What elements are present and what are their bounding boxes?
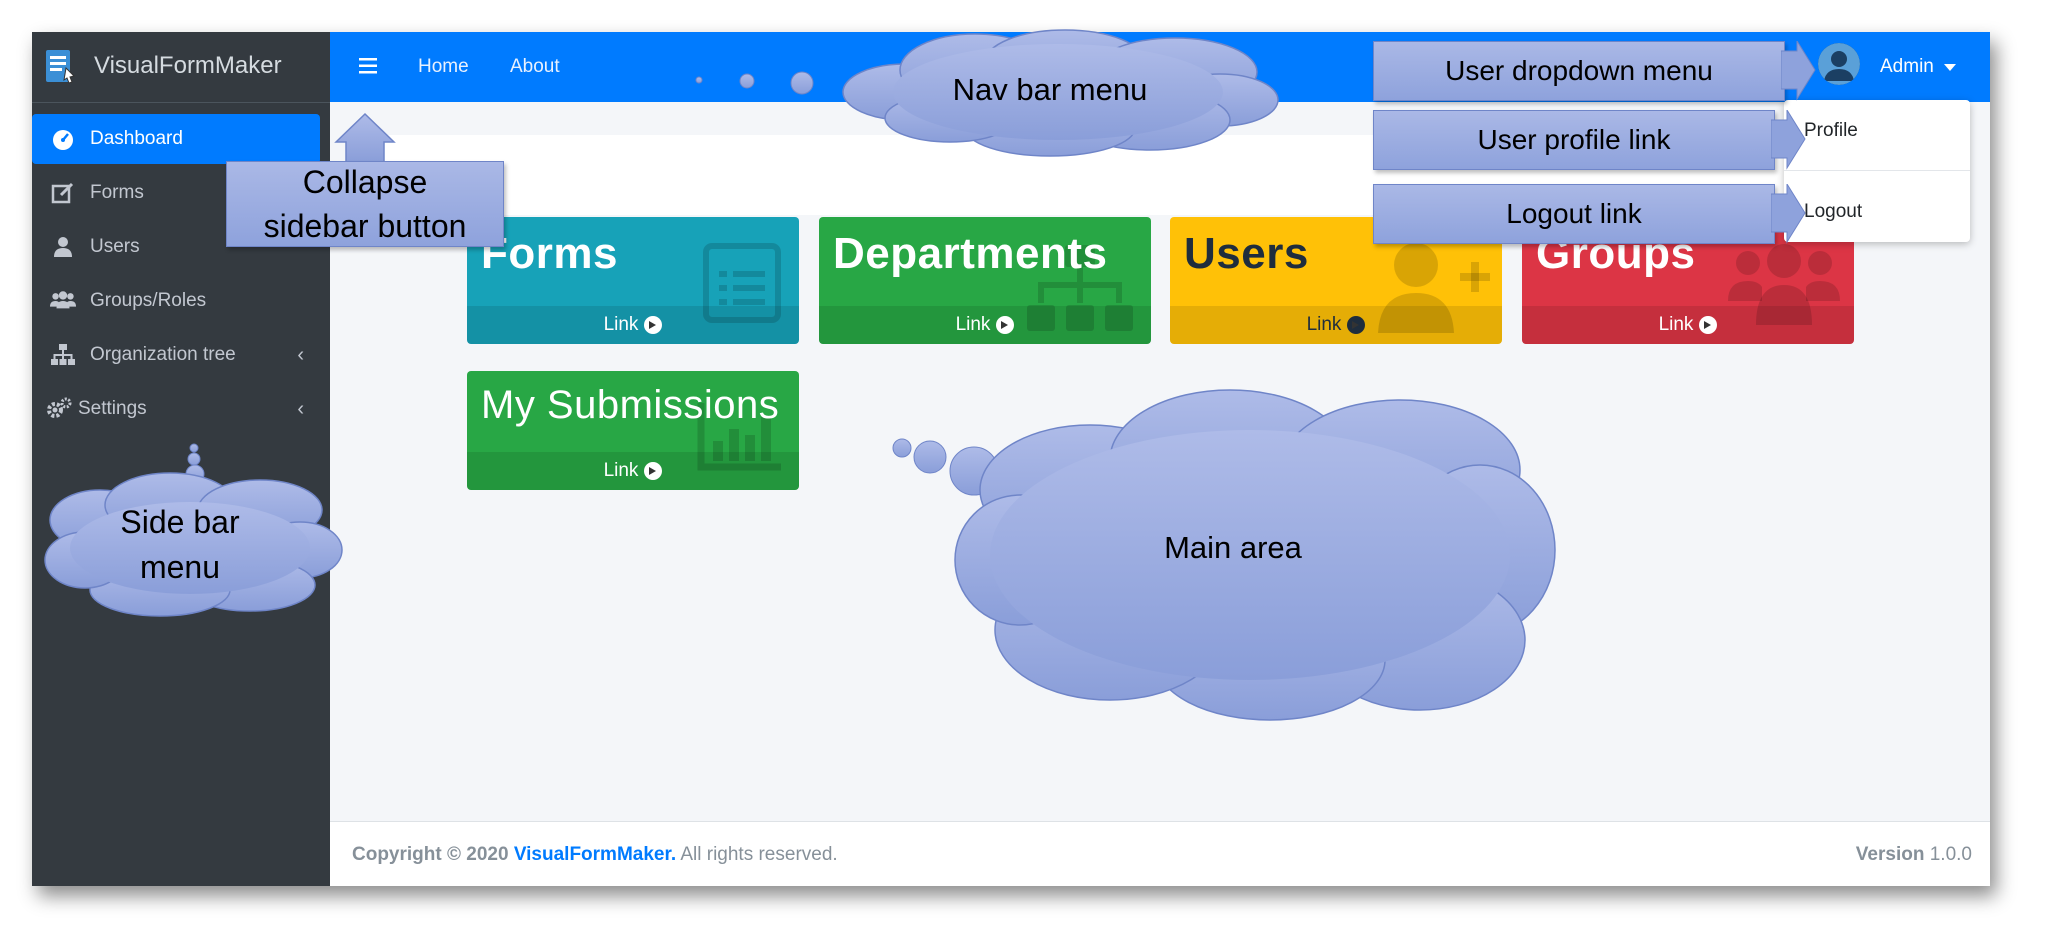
collapse-callout-arrow [334,112,396,163]
user-dropdown-menu-callout: User dropdown menu [1373,41,1785,101]
thought-dot [913,440,947,474]
thought-dot [189,443,199,453]
callout-text: User dropdown menu [1445,55,1713,86]
main-area-cloud-text: Main area [1164,530,1302,565]
callout-text: menu [139,549,221,585]
callout-text: Logout link [1506,198,1642,229]
callout-text: sidebar button [263,208,467,244]
thought-dot [790,71,814,95]
callout-text: Collapse [302,164,428,200]
collapse-sidebar-callout: Collapse sidebar button [226,161,504,247]
callout-text: Side bar [120,504,240,540]
callout-text: User profile link [1477,124,1671,155]
user-profile-link-callout: User profile link [1373,110,1775,170]
thought-dot [892,438,912,458]
callout-arrow [1781,41,1816,101]
nav-bar-cloud-text: Nav bar menu [952,72,1148,107]
thought-dot [695,76,703,84]
thought-dot [187,452,201,466]
logout-link-callout: Logout link [1373,184,1775,244]
side-bar-cloud-text: Side bar menu [80,500,280,590]
thought-dot [739,73,755,89]
callout-arrow [1771,184,1806,244]
callout-arrow [1771,110,1806,170]
